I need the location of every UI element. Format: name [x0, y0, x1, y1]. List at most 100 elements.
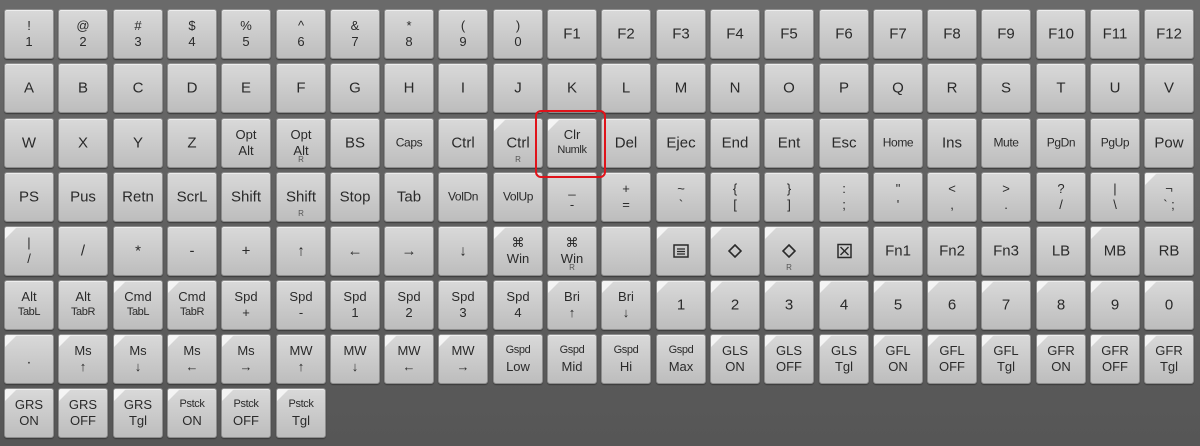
key-ent[interactable]: Ent	[764, 118, 814, 168]
key-blank[interactable]: " '	[873, 172, 923, 222]
key-fn1[interactable]: Fn1	[873, 226, 923, 276]
key-bri[interactable]: Bri ↓	[601, 280, 651, 330]
key-shift[interactable]: Shift	[221, 172, 271, 222]
key-fn3[interactable]: Fn3	[981, 226, 1031, 276]
key-c[interactable]: C	[113, 63, 163, 113]
key-blank[interactable]: ←	[330, 226, 380, 276]
key-f11[interactable]: F11	[1090, 9, 1140, 59]
key-grs-tgl[interactable]: GRS Tgl	[113, 388, 163, 438]
key-opt-alt[interactable]: Opt Alt	[221, 118, 271, 168]
key-gfr-off[interactable]: GFR OFF	[1090, 334, 1140, 384]
key-blank[interactable]: :;	[819, 172, 869, 222]
key-mb[interactable]: MB	[1090, 226, 1140, 276]
key-mute[interactable]: Mute	[981, 118, 1031, 168]
key-gfl-off[interactable]: GFL OFF	[927, 334, 977, 384]
key-spd-1[interactable]: Spd 1	[330, 280, 380, 330]
key-h[interactable]: H	[384, 63, 434, 113]
key-r[interactable]: R	[927, 63, 977, 113]
key-m[interactable]: M	[656, 63, 706, 113]
key-del[interactable]: Del	[601, 118, 651, 168]
key-clr-numlk[interactable]: Clr Numlk	[547, 118, 597, 168]
key-f12[interactable]: F12	[1144, 9, 1194, 59]
key-gspd-low[interactable]: Gspd Low	[493, 334, 543, 384]
key-f2[interactable]: F2	[601, 9, 651, 59]
key-menu[interactable]	[656, 226, 706, 276]
key-blank[interactable]: -	[167, 226, 217, 276]
key-diamond[interactable]	[710, 226, 760, 276]
key-stop[interactable]: Stop	[330, 172, 380, 222]
key-alt-tabr[interactable]: Alt TabR	[58, 280, 108, 330]
key-pow[interactable]: Pow	[1144, 118, 1194, 168]
key-spd[interactable]: Spd +	[221, 280, 271, 330]
key-u[interactable]: U	[1090, 63, 1140, 113]
key-pgdn[interactable]: PgDn	[1036, 118, 1086, 168]
key-blank[interactable]: .	[4, 334, 54, 384]
key-ctrl-right[interactable]: Ctrl R	[493, 118, 543, 168]
key-bri[interactable]: Bri ↑	[547, 280, 597, 330]
key-e[interactable]: E	[221, 63, 271, 113]
key-gfr-tgl[interactable]: GFR Tgl	[1144, 334, 1194, 384]
key-gls-tgl[interactable]: GLS Tgl	[819, 334, 869, 384]
key-blank[interactable]	[601, 226, 651, 276]
key-2[interactable]: 2	[710, 280, 760, 330]
key-grs-on[interactable]: GRS ON	[4, 388, 54, 438]
key-4[interactable]: 4	[819, 280, 869, 330]
key-f10[interactable]: F10	[1036, 9, 1086, 59]
key-6[interactable]: ^ 6	[276, 9, 326, 59]
key-p[interactable]: P	[819, 63, 869, 113]
key-0[interactable]: ) 0	[493, 9, 543, 59]
key-1[interactable]: 1	[656, 280, 706, 330]
key-pstck-off[interactable]: Pstck OFF	[221, 388, 271, 438]
key-k[interactable]: K	[547, 63, 597, 113]
key-x[interactable]: X	[58, 118, 108, 168]
key-1[interactable]: ! 1	[4, 9, 54, 59]
key-gls-off[interactable]: GLS OFF	[764, 334, 814, 384]
key-9[interactable]: (9	[438, 9, 488, 59]
key-b[interactable]: B	[58, 63, 108, 113]
key-7[interactable]: 7	[981, 280, 1031, 330]
key-j[interactable]: J	[493, 63, 543, 113]
key-blank[interactable]: >.	[981, 172, 1031, 222]
key-0[interactable]: 0	[1144, 280, 1194, 330]
key-mw[interactable]: MW ↑	[276, 334, 326, 384]
key-7[interactable]: & 7	[330, 9, 380, 59]
key-4[interactable]: $4	[167, 9, 217, 59]
key-v[interactable]: V	[1144, 63, 1194, 113]
key-win-right[interactable]: ⌘ Win R	[547, 226, 597, 276]
key-8[interactable]: * 8	[384, 9, 434, 59]
key-gspd-hi[interactable]: Gspd Hi	[601, 334, 651, 384]
key-s[interactable]: S	[981, 63, 1031, 113]
key-blank[interactable]: →	[384, 226, 434, 276]
key-z[interactable]: Z	[167, 118, 217, 168]
key-2[interactable]: @2	[58, 9, 108, 59]
key-ctrl[interactable]: Ctrl	[438, 118, 488, 168]
key-shift-right[interactable]: Shift R	[276, 172, 326, 222]
key-ms[interactable]: Ms ↓	[113, 334, 163, 384]
key-end[interactable]: End	[710, 118, 760, 168]
key-esc[interactable]: Esc	[819, 118, 869, 168]
key-f4[interactable]: F4	[710, 9, 760, 59]
key-mw[interactable]: MW ↓	[330, 334, 380, 384]
key-gfr-on[interactable]: GFR ON	[1036, 334, 1086, 384]
key-win[interactable]: ⌘ Win	[493, 226, 543, 276]
key-6[interactable]: 6	[927, 280, 977, 330]
key-y[interactable]: Y	[113, 118, 163, 168]
key-i[interactable]: I	[438, 63, 488, 113]
key-boxed-x[interactable]	[819, 226, 869, 276]
key-mw[interactable]: MW →	[438, 334, 488, 384]
key-scrl[interactable]: ScrL	[167, 172, 217, 222]
key-w[interactable]: W	[4, 118, 54, 168]
key-pstck-tgl[interactable]: Pstck Tgl	[276, 388, 326, 438]
key-f9[interactable]: F9	[981, 9, 1031, 59]
key-blank[interactable]: /	[58, 226, 108, 276]
key-o[interactable]: O	[764, 63, 814, 113]
key-pgup[interactable]: PgUp	[1090, 118, 1140, 168]
key-blank[interactable]: *	[113, 226, 163, 276]
key-blank[interactable]: | \	[1090, 172, 1140, 222]
key-ps[interactable]: PS	[4, 172, 54, 222]
key-grs-off[interactable]: GRS OFF	[58, 388, 108, 438]
key-blank[interactable]: _ -	[547, 172, 597, 222]
key-n[interactable]: N	[710, 63, 760, 113]
key-diamond-right[interactable]: R	[764, 226, 814, 276]
key-mw[interactable]: MW ←	[384, 334, 434, 384]
